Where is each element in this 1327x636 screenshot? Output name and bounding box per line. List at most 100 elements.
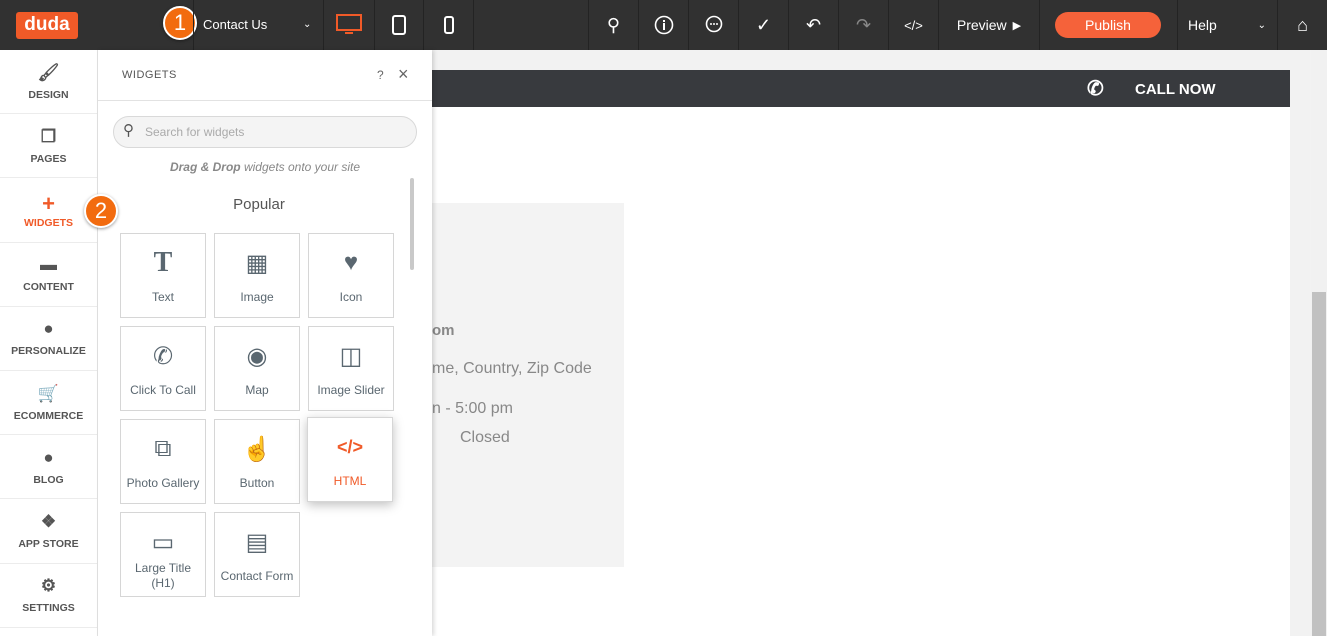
title-icon: ▭ xyxy=(151,528,175,556)
widget-label: Text xyxy=(151,290,174,304)
text-icon: T xyxy=(153,247,173,278)
widget-photo-gallery[interactable]: ⧉ Photo Gallery xyxy=(120,419,206,504)
sidebar-item-settings[interactable]: ⚙ SETTINGS xyxy=(0,564,97,628)
widget-button[interactable]: ☝ Button xyxy=(214,419,300,504)
hint-bold: Drag & Drop xyxy=(169,160,241,174)
widget-label: Icon xyxy=(339,290,363,304)
pages-icon: ❐ xyxy=(40,126,57,146)
folder-icon: ▬ xyxy=(40,255,57,275)
widget-label: Large Title (H1) xyxy=(134,561,192,590)
sidebar-item-content[interactable]: ▬ CONTENT xyxy=(0,243,97,307)
section-heading: Popular xyxy=(233,196,285,213)
page-selector-label: Contact Us xyxy=(203,17,268,32)
hours-text: n - 5:00 pm xyxy=(432,400,513,417)
sidebar-item-label: WIDGETS xyxy=(24,216,73,229)
widget-label: Image xyxy=(240,290,274,304)
image-icon: ▦ xyxy=(245,249,269,277)
search-icon: ⚲ xyxy=(123,122,134,139)
help-label: Help xyxy=(1188,17,1217,33)
speech-bubble-icon: ● xyxy=(43,447,54,467)
sidebar-item-pages[interactable]: ❐ PAGES xyxy=(0,114,97,179)
widget-label: Click To Call xyxy=(130,383,196,397)
close-icon[interactable]: × xyxy=(398,64,409,85)
info-button[interactable] xyxy=(639,0,688,50)
drag-drop-hint: Drag & Drop widgets onto your site xyxy=(98,160,432,174)
redo-icon: ↷ xyxy=(855,14,872,35)
publish-button[interactable]: Publish xyxy=(1055,12,1161,38)
sidebar-item-label: ECOMMERCE xyxy=(13,409,84,422)
widget-label: HTML xyxy=(333,474,367,488)
panel-title: WIDGETS xyxy=(122,69,177,81)
search-button[interactable]: ⚲ xyxy=(589,0,638,50)
sidebar-item-design[interactable]: 🖌 DESIGN xyxy=(0,50,97,115)
closed-text: Closed xyxy=(460,429,510,446)
undo-button[interactable]: ↶ xyxy=(789,0,838,50)
widget-label: Image Slider xyxy=(317,383,385,397)
widget-text[interactable]: T Text xyxy=(120,233,206,318)
cart-icon: 🛒 xyxy=(37,383,60,403)
mobile-icon xyxy=(443,16,454,34)
play-icon: ▶ xyxy=(1012,19,1022,32)
widget-icon[interactable]: ♥ Icon xyxy=(308,233,394,318)
sidebar-item-app-store[interactable]: ❖ APP STORE xyxy=(0,499,97,564)
tablet-view-button[interactable] xyxy=(375,0,423,50)
sidebar-item-blog[interactable]: ● BLOG xyxy=(0,435,97,500)
call-now-link[interactable]: CALL NOW xyxy=(1135,81,1216,98)
plus-icon: + xyxy=(42,190,55,216)
gallery-icon: ⧉ xyxy=(154,435,172,462)
sidebar-item-ecommerce[interactable]: 🛒 ECOMMERCE xyxy=(0,371,97,436)
widget-label: Contact Form xyxy=(220,569,294,583)
comments-button[interactable] xyxy=(689,0,738,50)
widget-label: Photo Gallery xyxy=(126,476,200,490)
widget-large-title[interactable]: ▭ Large Title (H1) xyxy=(120,512,206,597)
site-header: ✆ CALL NOW xyxy=(432,70,1290,107)
help-button[interactable]: ? xyxy=(377,68,384,82)
top-toolbar: duda 1 Contact Us ⌄ ⚲ ✓ ↶ ↷ </> Preview ▶ … xyxy=(0,0,1327,50)
preview-label: Preview xyxy=(956,17,1007,33)
save-button[interactable]: ✓ xyxy=(739,0,788,50)
sidebar-item-label: CONTENT xyxy=(23,281,74,294)
sidebar-item-personalize[interactable]: ● PERSONALIZE xyxy=(0,307,97,371)
home-icon: ⌂ xyxy=(1297,14,1308,35)
address-text: me, Country, Zip Code xyxy=(432,360,592,377)
info-icon xyxy=(654,15,673,35)
sidebar-item-label: PERSONALIZE xyxy=(11,345,86,358)
phone-icon: ✆ xyxy=(152,342,174,370)
person-icon: ● xyxy=(43,319,54,339)
code-button[interactable]: </> xyxy=(889,0,938,50)
duda-logo[interactable]: duda xyxy=(16,12,78,39)
sidebar-item-label: SETTINGS xyxy=(22,602,75,615)
puzzle-icon: ❖ xyxy=(40,511,57,531)
map-pin-icon: ◉ xyxy=(246,342,268,370)
widget-map[interactable]: ◉ Map xyxy=(214,326,300,411)
help-menu[interactable]: Help ⌄ xyxy=(1178,0,1276,50)
widget-image[interactable]: ▦ Image xyxy=(214,233,300,318)
desktop-icon xyxy=(336,14,362,34)
widget-search-input[interactable]: Search for widgets xyxy=(113,116,417,148)
brush-icon: 🖌 xyxy=(37,62,60,82)
widget-click-to-call[interactable]: ✆ Click To Call xyxy=(120,326,206,411)
preview-button[interactable]: Preview ▶ xyxy=(939,0,1039,50)
sidebar-item-label: BLOG xyxy=(33,473,64,486)
heart-icon: ♥ xyxy=(343,249,359,276)
widget-contact-form[interactable]: ▤ Contact Form xyxy=(214,512,300,597)
undo-icon: ↶ xyxy=(805,14,822,35)
widgets-panel: WIDGETS ? × Search for widgets ⚲ Drag & … xyxy=(98,50,432,636)
canvas-scrollbar-thumb[interactable] xyxy=(1312,292,1326,636)
widget-html[interactable]: </> HTML xyxy=(307,417,393,502)
page-selector[interactable]: Contact Us ⌄ xyxy=(203,0,311,50)
chevron-down-icon: ⌄ xyxy=(1257,19,1266,31)
form-icon: ▤ xyxy=(245,528,269,556)
hint-text: widgets onto your site xyxy=(240,160,361,174)
sidebar-item-widgets[interactable]: + WIDGETS xyxy=(0,178,97,243)
panel-scrollbar[interactable] xyxy=(410,178,414,270)
left-sidebar: 🖌 DESIGN ❐ PAGES + WIDGETS ▬ CONTENT ● PERSON… xyxy=(0,50,98,636)
desktop-view-button[interactable] xyxy=(324,0,374,50)
home-button[interactable]: ⌂ xyxy=(1278,0,1327,50)
mobile-view-button[interactable] xyxy=(424,0,473,50)
step-1-badge: 1 xyxy=(163,6,197,40)
site-preview[interactable]: ✆ CALL NOW om me, Country, Zip Code n - … xyxy=(432,70,1290,636)
widget-image-slider[interactable]: ◫ Image Slider xyxy=(308,326,394,411)
chevron-down-icon: ⌄ xyxy=(303,19,312,30)
redo-button[interactable]: ↷ xyxy=(839,0,888,50)
